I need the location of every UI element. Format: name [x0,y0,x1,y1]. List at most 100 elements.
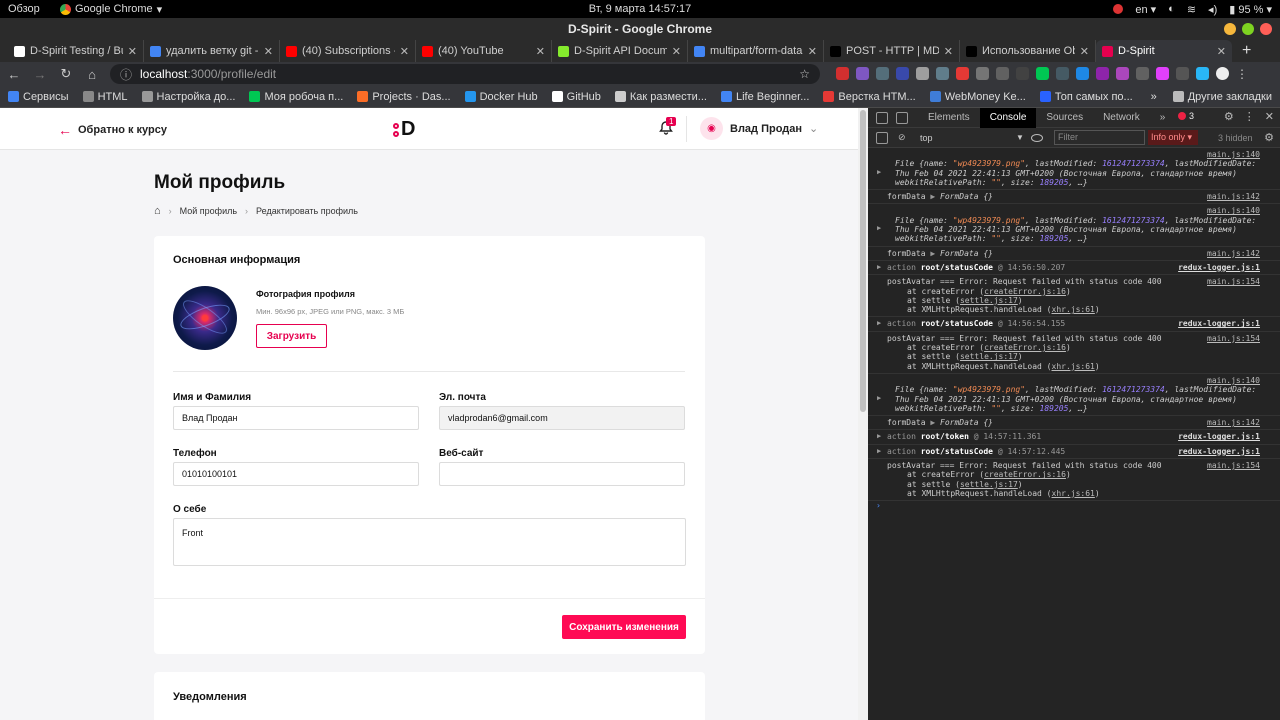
user-menu[interactable]: ◉ Влад Продан ⌄ [700,117,818,140]
devtools-tab-elements[interactable]: Elements [918,108,980,128]
extension-icon[interactable] [1116,67,1129,80]
close-tab-icon[interactable]: ✕ [128,45,137,58]
battery-indicator[interactable]: ▮ 95 % ▾ [1229,3,1272,16]
source-link[interactable]: main.js:154 [1207,334,1260,343]
browser-tab[interactable]: multipart/form-data ✕ [688,40,824,62]
close-window-button[interactable] [1260,23,1272,35]
browser-tab[interactable]: (40) YouTube ✕ [416,40,552,62]
phone-input[interactable]: 01010100101 [173,462,419,486]
extension-icon[interactable] [1016,67,1029,80]
browser-tab[interactable]: POST - HTTP | MDN ✕ [824,40,960,62]
bookmark-item[interactable]: WebMoney Ke... [929,91,1026,103]
bookmark-item[interactable]: GitHub [551,91,601,103]
os-app-menu[interactable]: Google Chrome ▾ [60,3,162,16]
expand-triangle-icon[interactable]: ▶ [877,263,881,272]
record-icon[interactable] [1113,4,1124,14]
source-link[interactable]: redux-logger.js:1 [1178,319,1260,328]
minimize-button[interactable] [1224,23,1236,35]
devtools-more-tabs-icon[interactable]: » [1150,108,1176,128]
log-level-select[interactable]: Info only ▾ [1148,130,1198,145]
source-link[interactable]: xhr.js:61 [1052,305,1095,314]
devtools-tab-network[interactable]: Network [1093,108,1150,128]
bookmark-item[interactable]: Топ самых по... [1039,91,1133,103]
extension-icon[interactable] [1076,67,1089,80]
settings-gear-icon[interactable]: ⚙ [1224,110,1234,123]
save-button[interactable]: Сохранить изменения [562,615,686,639]
scrollbar-thumb[interactable] [860,110,866,412]
close-tab-icon[interactable]: ✕ [808,45,817,58]
expand-triangle-icon[interactable]: ▶ [877,447,881,456]
os-lang[interactable]: en ▾ [1135,3,1156,16]
browser-tab[interactable]: удалить ветку git - П✕ [144,40,280,62]
eye-icon[interactable] [1031,133,1043,142]
browser-tab[interactable]: D-Spirit Testing / Bu ✕ [8,40,144,62]
expand-triangle-icon[interactable]: ▶ [877,319,881,328]
extension-icon[interactable] [916,67,929,80]
breadcrumb-profile[interactable]: Мой профиль [180,206,237,216]
filter-input[interactable]: Filter [1054,130,1145,145]
about-textarea[interactable]: Front [173,518,686,566]
back-to-course-link[interactable]: ← Обратно к курсу [58,122,167,138]
extension-icon[interactable] [1036,67,1049,80]
source-link[interactable]: createError.js:16 [984,287,1066,296]
context-select[interactable]: top [920,133,933,143]
bookmark-item[interactable]: Как размести... [614,91,707,103]
inspect-icon[interactable] [876,111,888,124]
close-tab-icon[interactable]: ✕ [264,45,273,58]
address-bar[interactable]: ⓘ localhost:3000/profile/edit ☆ [110,64,820,84]
close-tab-icon[interactable]: ✕ [944,45,953,58]
extension-icon[interactable] [936,67,949,80]
site-logo[interactable]: D [393,118,415,141]
os-overview[interactable]: Обзор [8,3,40,15]
source-link[interactable]: settle.js:17 [960,480,1018,489]
puzzle-icon[interactable] [1196,67,1209,80]
extension-icon[interactable] [996,67,1009,80]
extension-icon[interactable] [1136,67,1149,80]
extension-icon[interactable] [1056,67,1069,80]
home-icon[interactable]: ⌂ [84,67,100,82]
extension-icon[interactable] [876,67,889,80]
bookmarks-overflow-icon[interactable]: » [1151,91,1157,103]
devtools-tab-sources[interactable]: Sources [1036,108,1093,128]
close-tab-icon[interactable]: ✕ [1217,45,1226,58]
info-icon[interactable]: ⓘ [120,66,132,83]
clear-console-icon[interactable]: ⊘ [898,132,906,143]
browser-tab[interactable]: Использование Ob ✕ [960,40,1096,62]
kebab-menu-icon[interactable]: ⋮ [1236,67,1248,81]
reload-icon[interactable]: ↻ [58,66,74,82]
error-counter[interactable]: 3 [1178,111,1194,121]
close-tab-icon[interactable]: ✕ [400,45,409,58]
name-input[interactable]: Влад Продан [173,406,419,430]
devtools-menu-icon[interactable]: ⋮ [1244,110,1255,123]
upload-button[interactable]: Загрузить [256,324,327,348]
extension-icon[interactable] [1156,67,1169,80]
source-link[interactable]: redux-logger.js:1 [1178,263,1260,272]
email-input[interactable]: vladprodan6@gmail.com [439,406,685,430]
devtools-tab-console[interactable]: Console [979,108,1037,128]
website-input[interactable] [439,462,685,486]
browser-tab[interactable]: D-Spirit API Docume ✕ [552,40,688,62]
extension-icon[interactable] [1096,67,1109,80]
source-link[interactable]: main.js:142 [1207,249,1260,258]
source-link[interactable]: xhr.js:61 [1052,362,1095,371]
home-icon[interactable]: ⌂ [154,205,161,217]
bookmark-star-icon[interactable]: ☆ [799,67,810,81]
console-settings-icon[interactable]: ⚙ [1264,131,1274,144]
source-link[interactable]: main.js:140 [1207,376,1260,385]
other-bookmarks[interactable]: Другие закладки [1172,91,1272,103]
extension-icon[interactable] [956,67,969,80]
bookmark-item[interactable]: Life Beginner... [720,91,809,103]
back-icon[interactable]: ← [6,67,22,82]
device-toolbar-icon[interactable] [896,111,908,124]
extension-icon[interactable] [836,67,849,80]
source-link[interactable]: main.js:154 [1207,461,1260,470]
source-link[interactable]: settle.js:17 [960,352,1018,361]
bookmark-item[interactable]: Верстка HTM... [823,91,916,103]
close-devtools-icon[interactable]: ✕ [1265,110,1274,123]
profile-avatar-icon[interactable] [1216,67,1229,80]
new-tab-button[interactable]: + [1232,40,1261,62]
expand-triangle-icon[interactable]: ▶ [877,394,881,403]
browser-tab[interactable]: (40) Subscriptions - Y✕ [280,40,416,62]
page-scrollbar[interactable] [858,108,868,720]
bookmark-item[interactable]: Projects · Das... [357,91,451,103]
